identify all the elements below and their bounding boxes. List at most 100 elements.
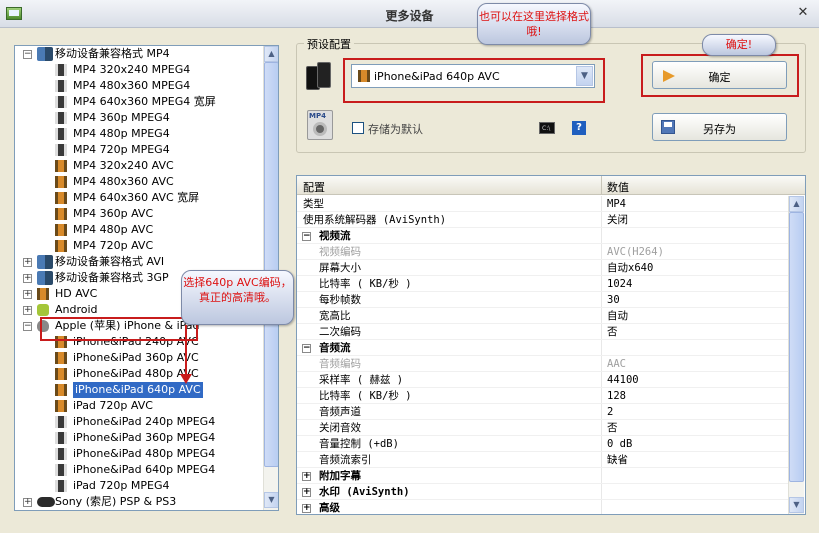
expand-icon[interactable]: + [302,504,311,513]
grid-key: 音频声道 [319,406,361,418]
scroll-down-icon[interactable]: ▼ [789,497,804,513]
grid-value[interactable]: 1024 [607,276,632,292]
grid-category-row[interactable]: + 高级 [297,500,788,514]
psp-icon [37,497,55,507]
tree-item[interactable]: iPhone&iPad 640p AVC [15,382,263,398]
tree-item[interactable]: + 移动设备兼容格式 AVI [15,254,263,270]
tree-item-label: iPhone&iPad 640p AVC [73,382,203,398]
grid-row[interactable]: 二次编码 否 [297,324,788,340]
grid-row[interactable]: 关闭音效 否 [297,420,788,436]
grid-row[interactable]: 视频编码 AVC(H264) [297,244,788,260]
grid-scrollbar[interactable]: ▲ ▼ [788,196,804,514]
grid-value[interactable]: 关闭 [607,212,628,228]
preset-group-label: 预设配置 [304,36,354,52]
grid-row[interactable]: 屏幕大小 自动x640 [297,260,788,276]
grid-value[interactable]: 0 dB [607,436,632,452]
grid-row[interactable]: 每秒帧数 30 [297,292,788,308]
tree-item[interactable]: − 移动设备兼容格式 MP4 [15,46,263,62]
grid-category-row[interactable]: + 水印 (AviSynth) [297,484,788,500]
phone-device-icon [306,62,332,92]
grid-row[interactable]: 使用系统解码器 (AviSynth) 关闭 [297,212,788,228]
grid-row[interactable]: 音频编码 AAC [297,356,788,372]
collapse-icon[interactable]: − [23,50,32,59]
grid-row[interactable]: 宽高比 自动 [297,308,788,324]
grid-value[interactable]: 否 [607,324,618,340]
expand-icon[interactable]: + [302,488,311,497]
grid-row[interactable]: 比特率 ( KB/秒 ) 128 [297,388,788,404]
tree-item[interactable]: iPhone&iPad 240p MPEG4 [15,414,263,430]
tree-item[interactable]: MP4 320x240 AVC [15,158,263,174]
device-icon [37,271,53,285]
grid-key: 使用系统解码器 (AviSynth) [303,214,447,226]
tree-item[interactable]: + Sony (索尼) PSP & PS3 [15,494,263,510]
tree-item-label: Android [55,303,98,316]
tree-item[interactable]: iPhone&iPad 640p MPEG4 [15,462,263,478]
grid-category-row[interactable]: − 音频流 [297,340,788,356]
tree-item[interactable]: MP4 480x360 AVC [15,174,263,190]
expand-icon[interactable]: + [23,498,32,507]
grid-value[interactable]: 缺省 [607,452,628,468]
grid-row[interactable]: 音量控制 (+dB) 0 dB [297,436,788,452]
expand-icon[interactable]: + [23,306,32,315]
tree-item[interactable]: iPhone&iPad 360p MPEG4 [15,430,263,446]
collapse-icon[interactable]: − [23,322,32,331]
tree-item[interactable]: MP4 480p AVC [15,222,263,238]
expand-icon[interactable]: + [23,274,32,283]
tree-item[interactable]: MP4 360p MPEG4 [15,110,263,126]
grid-row[interactable]: 音频流索引 缺省 [297,452,788,468]
grid-row[interactable]: 比特率 ( KB/秒 ) 1024 [297,276,788,292]
callout-tree-text: 选择640p AVC编码，真正的高清哦。 [183,276,292,304]
grid-body: 类型 MP4 使用系统解码器 (AviSynth) 关闭 − 视频流 视频编码 AVC(H26… [297,196,788,514]
tree-item[interactable]: MP4 480p MPEG4 [15,126,263,142]
grid-header-key[interactable]: 配置 [303,179,325,195]
grid-value[interactable]: 30 [607,292,620,308]
grid-value[interactable]: MP4 [607,196,626,212]
collapse-icon[interactable]: − [302,232,311,241]
tree-item[interactable]: MP4 720p MPEG4 [15,142,263,158]
close-icon[interactable]: ✕ [795,5,811,21]
film-icon [55,96,67,108]
grid-key: 附加字幕 [319,470,361,482]
device-icon [37,47,53,61]
grid-row[interactable]: 类型 MP4 [297,196,788,212]
tree-item[interactable]: MP4 640x360 MPEG4 宽屏 [15,94,263,110]
tree-item[interactable]: iPad 720p AVC [15,398,263,414]
save-default-checkbox[interactable] [352,122,364,134]
scroll-down-icon[interactable]: ▼ [264,492,278,508]
collapse-icon[interactable]: − [302,344,311,353]
grid-value[interactable]: 2 [607,404,613,420]
scroll-up-icon[interactable]: ▲ [264,46,278,62]
grid-header-value[interactable]: 数值 [607,179,629,195]
grid-row[interactable]: 音频声道 2 [297,404,788,420]
tree-item-label: HD AVC [55,287,98,300]
tree-item[interactable]: iPhone&iPad 480p MPEG4 [15,446,263,462]
grid-value[interactable]: AVC(H264) [607,244,664,260]
tree-item[interactable]: MP4 480x360 MPEG4 [15,78,263,94]
grid-category-row[interactable]: − 视频流 [297,228,788,244]
grid-value[interactable]: 自动 [607,308,628,324]
expand-icon[interactable]: + [302,472,311,481]
property-grid[interactable]: 配置 数值 类型 MP4 使用系统解码器 (AviSynth) 关闭 − 视频流 视频编码 A… [296,175,806,515]
grid-value[interactable]: 44100 [607,372,639,388]
command-line-icon[interactable]: C:\ [539,122,555,134]
grid-value[interactable]: 自动x640 [607,260,653,276]
scroll-up-icon[interactable]: ▲ [789,196,804,212]
tree-item[interactable]: iPhone&iPad 480p AVC [15,366,263,382]
tree-item[interactable]: MP4 720p AVC [15,238,263,254]
grid-value[interactable]: AAC [607,356,626,372]
grid-value[interactable]: 128 [607,388,626,404]
scroll-thumb[interactable] [264,62,278,467]
tree-item[interactable]: MP4 640x360 AVC 宽屏 [15,190,263,206]
tree-item[interactable]: MP4 320x240 MPEG4 [15,62,263,78]
grid-row[interactable]: 采样率 ( 赫兹 ) 44100 [297,372,788,388]
expand-icon[interactable]: + [23,290,32,299]
save-as-button[interactable]: 另存为 [652,113,787,141]
expand-icon[interactable]: + [23,258,32,267]
tree-item[interactable]: MP4 360p AVC [15,206,263,222]
grid-category-row[interactable]: + 附加字幕 [297,468,788,484]
tree-item[interactable]: iPhone&iPad 360p AVC [15,350,263,366]
scroll-thumb[interactable] [789,212,804,482]
help-icon[interactable]: ? [572,121,586,135]
grid-value[interactable]: 否 [607,420,618,436]
tree-item[interactable]: iPad 720p MPEG4 [15,478,263,494]
